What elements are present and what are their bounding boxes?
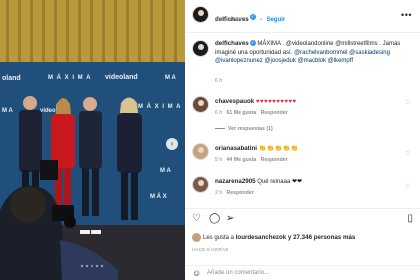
svg-text:M A: M A	[160, 168, 171, 174]
comment-likes[interactable]: 61 Me gusta	[227, 110, 257, 116]
comment-time: 6 h	[215, 110, 223, 116]
share-icon[interactable]: ➢	[226, 214, 234, 224]
post-timestamp[interactable]: HACE 6 HORAS	[192, 247, 229, 252]
separator-dot: •	[260, 17, 263, 23]
svg-text:oland: oland	[2, 75, 21, 82]
comment-icon[interactable]: ◯	[209, 214, 220, 224]
post-location[interactable]: Ámsterdam	[215, 17, 243, 23]
comment-time: 5 h	[215, 157, 223, 163]
caption-username[interactable]: delfichaves	[215, 40, 249, 47]
avatar[interactable]	[192, 6, 209, 23]
likes-count[interactable]: y 27.346 personas más	[288, 234, 355, 241]
post-photo-illustration: oland M Á X I M A videoland M A M A vide…	[0, 0, 185, 280]
view-replies-button[interactable]: Ver respuestas (1)	[228, 126, 273, 132]
comment-username[interactable]: orianasabatini	[215, 145, 257, 152]
avatar[interactable]	[192, 176, 209, 193]
caption-time: 6 h	[215, 78, 223, 84]
comment-text: Qué reinaaa ❤❤	[257, 179, 303, 185]
heart-icon[interactable]: ♡	[192, 214, 201, 224]
avatar[interactable]	[192, 233, 201, 242]
post-details-panel: delfichaves ✓ • Seguir Ámsterdam ••• delf…	[185, 0, 420, 280]
likes-user[interactable]: lourdesanchezok	[236, 234, 287, 241]
likes-prefix: Les gusta a	[203, 235, 235, 242]
heart-icon[interactable]: ♡	[405, 150, 410, 157]
reply-button[interactable]: Responder	[261, 110, 288, 116]
svg-text:M Á X I M A: M Á X I M A	[138, 103, 181, 110]
bookmark-icon[interactable]: ▯	[407, 214, 413, 224]
comment-time: 2 h	[215, 190, 223, 196]
verified-badge-icon: ✓	[249, 40, 256, 47]
svg-text:M Á X I M A: M Á X I M A	[48, 74, 91, 81]
comment-item: orianasabatini 👏👏👏👏👏 5 h 44 Me gusta Res…	[192, 143, 414, 169]
comment-input[interactable]: Añade un comentario...	[207, 270, 269, 276]
comment-bar: ☺ Añade un comentario...	[185, 265, 420, 280]
comment-username[interactable]: chavespauok	[215, 98, 254, 105]
svg-text:videoland: videoland	[105, 74, 138, 81]
verified-badge-icon: ✓	[249, 13, 256, 20]
comment-text: 👏👏👏👏👏	[258, 146, 299, 152]
reply-button[interactable]: Responder	[227, 190, 254, 196]
svg-text:M A: M A	[2, 108, 13, 114]
more-options-icon[interactable]: •••	[401, 10, 412, 20]
svg-text:M A: M A	[165, 75, 176, 81]
avatar[interactable]	[192, 143, 209, 160]
post-photo[interactable]: oland M Á X I M A videoland M A M A vide…	[0, 0, 185, 280]
post-header: delfichaves ✓ • Seguir Ámsterdam •••	[185, 0, 420, 33]
comment-text: ♥♥♥♥♥♥♥♥♥♥	[255, 99, 297, 105]
heart-icon[interactable]: ♡	[405, 99, 410, 106]
follow-button[interactable]: Seguir	[267, 17, 286, 23]
avatar[interactable]	[192, 40, 209, 57]
comment-item: chavespauok ♥♥♥♥♥♥♥♥♥♥ 6 h 61 Me gusta R…	[192, 96, 414, 136]
avatar[interactable]	[192, 96, 209, 113]
reply-button[interactable]: Responder	[261, 157, 288, 163]
divider	[215, 128, 225, 130]
heart-icon[interactable]: ♡	[405, 183, 410, 190]
svg-text:M Á X: M Á X	[150, 193, 167, 200]
smile-icon[interactable]: ☺	[192, 268, 201, 278]
comment-username[interactable]: nazarena2905	[215, 178, 256, 185]
comment-likes[interactable]: 44 Me gusta	[227, 157, 257, 163]
comment-item: nazarena2905 Qué reinaaa ❤❤ 2 h Responde…	[192, 176, 414, 202]
chevron-right-icon[interactable]: ›	[166, 138, 178, 150]
post-actions: ♡ ◯ ➢ ▯ Les gusta a lourdesanchezok y 27…	[185, 208, 420, 270]
